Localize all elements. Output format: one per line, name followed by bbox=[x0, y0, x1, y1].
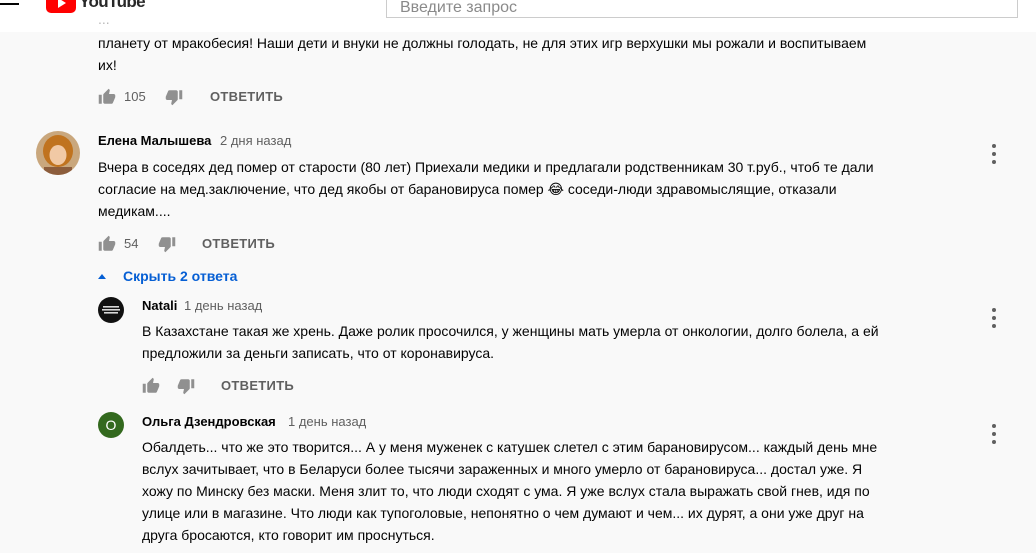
more-actions-icon[interactable] bbox=[988, 424, 1000, 446]
more-actions-icon[interactable] bbox=[988, 144, 1000, 166]
chevron-up-icon bbox=[98, 273, 106, 279]
like-count: 54 bbox=[124, 236, 139, 251]
comment-text-line: медикам.... bbox=[98, 203, 171, 219]
reply-date[interactable]: 1 день назад bbox=[184, 297, 262, 315]
reply-author[interactable]: Ольга Дзендровская bbox=[142, 413, 276, 431]
like-icon[interactable] bbox=[98, 235, 116, 253]
comment-author[interactable]: Елена Малышева bbox=[98, 132, 211, 150]
comment-date[interactable]: 2 дня назад bbox=[220, 132, 291, 150]
reply-author[interactable]: Natali bbox=[142, 297, 177, 315]
comment-text-line: согласие на мед.заключение, что дед якоб… bbox=[98, 181, 837, 197]
avatar[interactable] bbox=[36, 131, 80, 175]
comment-text-line: Вчера в соседях дед помер от старости (8… bbox=[98, 159, 874, 175]
masthead: YouTube Введите запрос ... bbox=[0, 0, 1036, 32]
reply-button[interactable]: ОТВЕТИТЬ bbox=[210, 88, 283, 106]
comment-text-line: планету от мракобесия! Наши дети и внуки… bbox=[98, 35, 867, 51]
hide-replies-label: Скрыть 2 ответа bbox=[123, 268, 238, 284]
like-icon[interactable] bbox=[142, 377, 160, 395]
reply-text-line: друга бросаются, кто говорит им проснуть… bbox=[142, 527, 435, 543]
like-icon[interactable] bbox=[98, 88, 116, 106]
dislike-icon[interactable] bbox=[165, 88, 183, 106]
reply-text-line: Обалдеть... что же это творится... А у м… bbox=[142, 439, 878, 455]
reply-button[interactable]: ОТВЕТИТЬ bbox=[221, 377, 294, 395]
reply-button[interactable]: ОТВЕТИТЬ bbox=[202, 235, 275, 253]
comment-text-line: их! bbox=[98, 57, 117, 73]
avatar[interactable] bbox=[98, 297, 124, 323]
avatar-photo bbox=[36, 131, 80, 175]
logo-text: YouTube bbox=[79, 0, 146, 11]
reply-text-line: вслух зачитывает, что в Беларуси более т… bbox=[142, 461, 863, 477]
youtube-play-icon bbox=[46, 0, 76, 13]
reply-text-line: улице или в магазине. Что люди как тупог… bbox=[142, 505, 864, 521]
reply-text-line: хожу по Минску без маски. Меня злит то, … bbox=[142, 483, 870, 499]
search-placeholder: Введите запрос bbox=[400, 0, 517, 16]
dislike-icon[interactable] bbox=[158, 235, 176, 253]
reply-text-line: предложили за деньги записать, что от ко… bbox=[142, 345, 495, 361]
like-count: 105 bbox=[124, 89, 146, 104]
avatar-image bbox=[98, 297, 124, 323]
search-input[interactable]: Введите запрос bbox=[386, 0, 1018, 18]
partially-hidden-comment-line: ... bbox=[98, 12, 110, 26]
avatar[interactable]: О bbox=[98, 412, 124, 438]
reply-text-line: В Казахстане такая же хрень. Даже ролик … bbox=[142, 323, 879, 339]
reply-date[interactable]: 1 день назад bbox=[288, 413, 366, 431]
avatar-letter: О bbox=[105, 417, 117, 433]
more-actions-icon[interactable] bbox=[988, 308, 1000, 330]
menu-icon[interactable] bbox=[0, 0, 20, 11]
dislike-icon[interactable] bbox=[177, 377, 195, 395]
hide-replies-button[interactable]: Скрыть 2 ответа bbox=[98, 267, 237, 285]
